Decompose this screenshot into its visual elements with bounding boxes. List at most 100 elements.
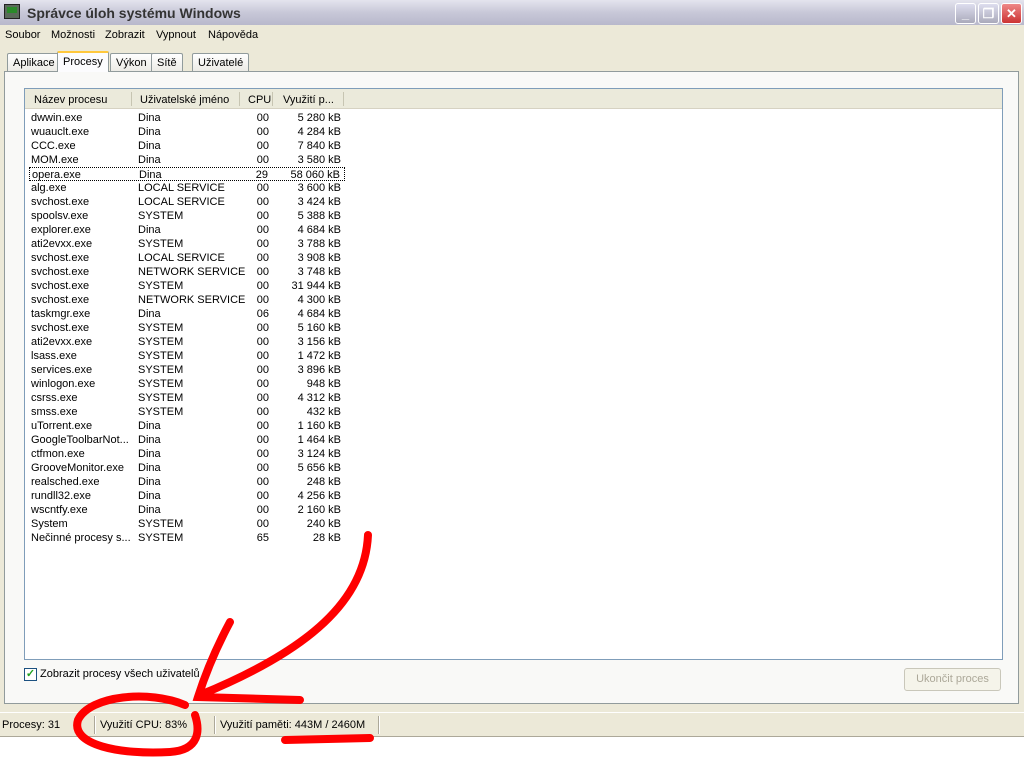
close-button[interactable]: ✕ (1001, 3, 1022, 24)
memory-usage: 28 kB (312, 532, 341, 544)
list-header: Název procesu Uživatelské jméno CPU Využ… (25, 89, 1002, 109)
process-row[interactable]: svchost.exe LOCAL SERVICE 00 3 908 kB (29, 251, 345, 265)
show-all-users-checkbox[interactable]: ✓ (24, 668, 37, 681)
cpu-usage: 00 (256, 490, 269, 502)
status-memory: Využití paměti: 443M / 2460M (220, 719, 366, 731)
task-manager-window: Správce úloh systému Windows _ ❐ ✕ Soubo… (0, 0, 1024, 737)
process-name: Nečinné procesy s... (31, 532, 131, 544)
process-row[interactable]: services.exe SYSTEM 00 3 896 kB (29, 363, 345, 377)
process-row[interactable]: spoolsv.exe SYSTEM 00 5 388 kB (29, 209, 345, 223)
process-name: csrss.exe (31, 392, 78, 404)
process-name: MOM.exe (31, 154, 79, 166)
tab-vykon[interactable]: Výkon (110, 53, 153, 71)
memory-usage: 1 464 kB (297, 434, 341, 446)
tab-site[interactable]: Sítě (151, 53, 183, 71)
process-row[interactable]: svchost.exe SYSTEM 00 31 944 kB (29, 279, 345, 293)
user-name: SYSTEM (138, 238, 184, 250)
memory-usage: 4 300 kB (297, 294, 341, 306)
annotation-underline (281, 734, 374, 744)
restore-button[interactable]: ❐ (978, 3, 999, 24)
user-name: SYSTEM (138, 532, 184, 544)
process-row[interactable]: alg.exe LOCAL SERVICE 00 3 600 kB (29, 181, 345, 195)
process-row[interactable]: svchost.exe NETWORK SERVICE 00 4 300 kB (29, 293, 345, 307)
process-name: opera.exe (32, 169, 81, 181)
cpu-usage: 00 (256, 378, 269, 390)
process-row[interactable]: realsched.exe Dina 00 248 kB (29, 475, 345, 489)
process-name: winlogon.exe (31, 378, 96, 390)
process-row[interactable]: smss.exe SYSTEM 00 432 kB (29, 405, 345, 419)
show-all-users-label[interactable]: Zobrazit procesy všech uživatelů (40, 668, 200, 680)
process-row[interactable]: lsass.exe SYSTEM 00 1 472 kB (29, 349, 345, 363)
memory-usage: 7 840 kB (297, 140, 341, 152)
cpu-usage: 00 (256, 336, 269, 348)
process-row[interactable]: ati2evxx.exe SYSTEM 00 3 788 kB (29, 237, 345, 251)
memory-usage: 31 944 kB (291, 280, 341, 292)
user-name: Dina (138, 476, 161, 488)
memory-usage: 1 160 kB (297, 420, 341, 432)
cpu-usage: 00 (256, 322, 269, 334)
process-row[interactable]: svchost.exe SYSTEM 00 5 160 kB (29, 321, 345, 335)
user-name: Dina (138, 462, 161, 474)
memory-usage: 2 160 kB (297, 504, 341, 516)
menu-napoveda[interactable]: Nápověda (208, 29, 258, 41)
cpu-usage: 00 (256, 294, 269, 306)
user-name: NETWORK SERVICE (138, 294, 246, 306)
process-row[interactable]: rundll32.exe Dina 00 4 256 kB (29, 489, 345, 503)
tab-uzivatele[interactable]: Uživatelé (192, 53, 250, 71)
column-header-cpu[interactable]: CPU (248, 94, 271, 106)
process-name: CCC.exe (31, 140, 76, 152)
process-name: svchost.exe (31, 294, 90, 306)
menu-soubor[interactable]: Soubor (5, 29, 40, 41)
process-row[interactable]: svchost.exe NETWORK SERVICE 00 3 748 kB (29, 265, 345, 279)
process-list[interactable]: Název procesu Uživatelské jméno CPU Využ… (24, 88, 1003, 660)
menu-moznosti[interactable]: Možnosti (51, 29, 95, 41)
process-name: rundll32.exe (31, 490, 91, 502)
memory-usage: 3 580 kB (297, 154, 341, 166)
process-row[interactable]: explorer.exe Dina 00 4 684 kB (29, 223, 345, 237)
process-name: svchost.exe (31, 280, 90, 292)
process-row[interactable]: csrss.exe SYSTEM 00 4 312 kB (29, 391, 345, 405)
process-row[interactable]: MOM.exe Dina 00 3 580 kB (29, 153, 345, 167)
status-cpu: Využití CPU: 83% (100, 719, 188, 731)
process-row[interactable]: ctfmon.exe Dina 00 3 124 kB (29, 447, 345, 461)
process-row[interactable]: System SYSTEM 00 240 kB (29, 517, 345, 531)
process-row[interactable]: GrooveMonitor.exe Dina 00 5 656 kB (29, 461, 345, 475)
process-row[interactable]: uTorrent.exe Dina 00 1 160 kB (29, 419, 345, 433)
cpu-usage: 00 (256, 196, 269, 208)
process-row[interactable]: GoogleToolbarNot... Dina 00 1 464 kB (29, 433, 345, 447)
process-row[interactable]: opera.exe Dina 29 58 060 kB (29, 167, 345, 181)
process-row[interactable]: svchost.exe LOCAL SERVICE 00 3 424 kB (29, 195, 345, 209)
cpu-usage: 00 (256, 420, 269, 432)
process-name: dwwin.exe (31, 112, 83, 124)
memory-usage: 3 600 kB (297, 182, 341, 194)
process-row[interactable]: taskmgr.exe Dina 06 4 684 kB (29, 307, 345, 321)
cpu-usage: 00 (256, 252, 269, 264)
title-bar[interactable]: Správce úloh systému Windows _ ❐ ✕ (0, 0, 1024, 25)
column-header-name[interactable]: Název procesu (34, 94, 107, 106)
memory-usage: 5 280 kB (297, 112, 341, 124)
minimize-button[interactable]: _ (955, 3, 976, 24)
tab-procesy[interactable]: Procesy (57, 51, 109, 72)
end-process-button[interactable]: Ukončit proces (904, 668, 1001, 691)
memory-usage: 432 kB (306, 406, 341, 418)
process-row[interactable]: ati2evxx.exe SYSTEM 00 3 156 kB (29, 335, 345, 349)
process-name: smss.exe (31, 406, 78, 418)
user-name: SYSTEM (138, 210, 184, 222)
cpu-usage: 00 (256, 448, 269, 460)
cpu-usage: 00 (256, 462, 269, 474)
menu-vypnout[interactable]: Vypnout (156, 29, 196, 41)
process-row[interactable]: dwwin.exe Dina 00 5 280 kB (29, 111, 345, 125)
user-name: SYSTEM (138, 364, 184, 376)
process-row[interactable]: winlogon.exe SYSTEM 00 948 kB (29, 377, 345, 391)
process-name: services.exe (31, 364, 93, 376)
process-row[interactable]: wuauclt.exe Dina 00 4 284 kB (29, 125, 345, 139)
menu-zobrazit[interactable]: Zobrazit (105, 29, 145, 41)
process-name: svchost.exe (31, 322, 90, 334)
column-header-user[interactable]: Uživatelské jméno (140, 94, 229, 106)
tab-aplikace[interactable]: Aplikace (7, 53, 61, 71)
process-row[interactable]: Nečinné procesy s... SYSTEM 65 28 kB (29, 531, 345, 545)
process-row[interactable]: wscntfy.exe Dina 00 2 160 kB (29, 503, 345, 517)
column-header-memory[interactable]: Využití p... (283, 94, 334, 106)
process-row[interactable]: CCC.exe Dina 00 7 840 kB (29, 139, 345, 153)
user-name: Dina (138, 490, 161, 502)
